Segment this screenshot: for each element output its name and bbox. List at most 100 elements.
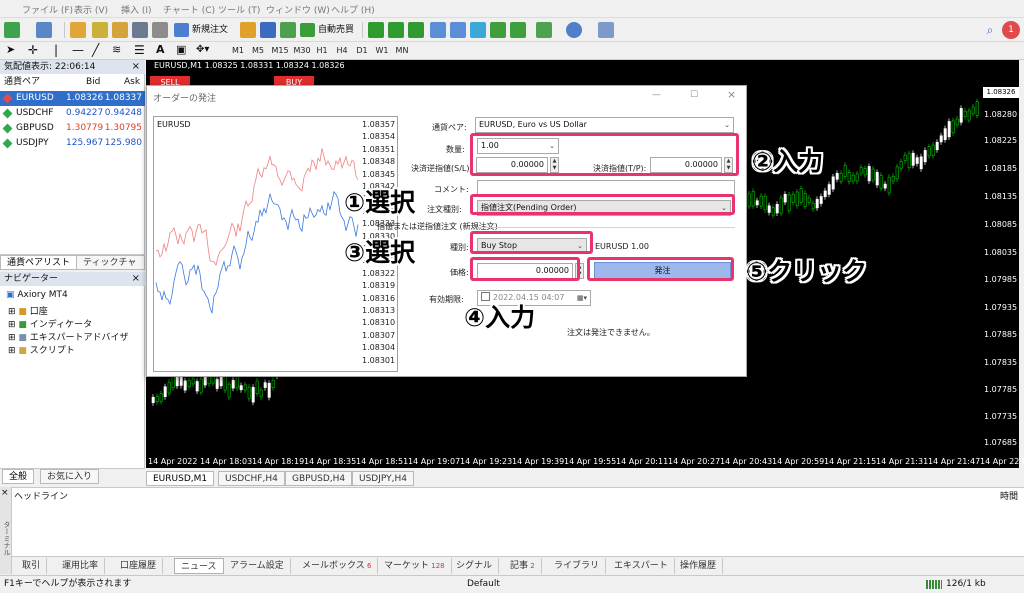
trendline-icon[interactable]: ╱ [92,43,106,57]
line-chart-icon[interactable] [408,22,424,38]
tf-w1[interactable]: W1 [372,44,392,58]
tab-badge: 2 [528,562,535,570]
highlight-volume-sl-tp [470,133,739,176]
terminal-tab[interactable]: 取引 [16,558,48,574]
new-order-button[interactable]: 新規注文 [174,21,228,39]
terminal-tab[interactable]: 操作履歴 [674,558,724,574]
chart-tab-usdchf[interactable]: USDCHF,H4 [218,471,285,486]
quote-row-gbpusd[interactable]: GBPUSD 1.30779 1.30795 [0,121,145,136]
text-label-icon[interactable]: ▣ [176,43,190,57]
close-icon[interactable]: × [1,488,9,498]
autoscroll-icon[interactable] [490,22,506,38]
channel-icon[interactable]: ≋ [112,43,126,57]
menu-chart[interactable]: チャート (C) [163,3,215,16]
menu-view[interactable]: 表示 (V) [74,3,108,16]
terminal-tab[interactable]: 運用比率 [56,558,106,574]
navigator-icon[interactable] [112,22,128,38]
tab-symbols[interactable]: 通貨ペアリスト [0,255,78,270]
tf-m1[interactable]: M1 [228,44,248,58]
metaeditor-icon[interactable] [240,22,256,38]
tf-h1[interactable]: H1 [312,44,332,58]
data-window-icon[interactable] [92,22,108,38]
terminal-tab[interactable]: マーケット 128 [378,558,452,574]
new-chart-icon[interactable] [4,22,20,38]
menu-file[interactable]: ファイル (F) [22,3,73,16]
tf-h4[interactable]: H4 [332,44,352,58]
tab-tick-chart[interactable]: ティックチャート [76,255,145,283]
fibonacci-icon[interactable]: ☰ [134,43,148,57]
candle-body [259,389,263,398]
navigator-root[interactable]: ▣ Axiory MT4 [6,290,68,300]
navigator-item-scripts[interactable]: ⊞ ■ スクリプト [8,343,75,356]
community-icon[interactable] [260,22,276,38]
tf-m5[interactable]: M5 [248,44,268,58]
notification-badge[interactable]: 1 [1002,21,1020,39]
tile-windows-icon[interactable] [470,22,486,38]
vertical-line-icon[interactable]: | [54,43,58,57]
cursor-icon[interactable]: ➤ [6,43,18,57]
terminal-tab[interactable]: ニュース [174,558,224,574]
indicators-icon[interactable] [536,22,552,38]
terminal-tab[interactable]: メールボックス 6 [296,558,379,574]
auto-trading-button[interactable]: 自動売買 [300,21,354,39]
bar-chart-icon[interactable] [368,22,384,38]
horizontal-line-icon[interactable]: — [72,43,86,57]
terminal-side-tab[interactable]: ターミナル × [0,487,12,574]
maximize-icon[interactable]: ☐ [690,90,698,100]
headline-column[interactable]: ヘッドライン [14,490,68,504]
tab-general[interactable]: 全般 [2,469,35,484]
terminal-tab[interactable]: エキスパート [608,558,675,574]
symbol-select[interactable]: EURUSD, Euro vs US Dollar ⌄ [475,117,734,133]
zoom-out-icon[interactable] [450,22,466,38]
menu-window[interactable]: ウィンドウ (W) [266,3,330,16]
quote-row-eurusd[interactable]: EURUSD 1.08326 1.08337 [0,91,145,106]
candle-body [767,205,771,213]
search-icon[interactable]: ⌕ [982,22,998,38]
menu-insert[interactable]: 挿入 (I) [121,3,152,16]
navigator-item-accounts[interactable]: ⊞ ■ 口座 [8,304,48,317]
menu-help[interactable]: ヘルプ (H) [331,3,375,16]
terminal-tab[interactable]: シグナル [450,558,500,574]
navigator-item-experts[interactable]: ⊞ ■ エキスパートアドバイザ [8,330,129,343]
tester-icon[interactable] [152,22,168,38]
tf-m15[interactable]: M15 [270,44,290,58]
zoom-in-icon[interactable] [430,22,446,38]
terminal-icon[interactable] [132,22,148,38]
quote-row-usdchf[interactable]: USDCHF 0.94227 0.94248 [0,106,145,121]
arrows-icon[interactable]: ✥▾ [196,43,216,57]
candle-chart-icon[interactable] [388,22,404,38]
close-icon[interactable]: × [727,88,736,101]
step-5-annotation: ⑤クリック [746,257,868,286]
terminal-tab[interactable]: 記事 2 [504,558,542,574]
chart-tab-usdjpy[interactable]: USDJPY,H4 [352,471,414,486]
candle-body [899,161,903,169]
terminal-tab[interactable]: アラーム設定 [224,558,291,574]
candle-body [167,381,171,394]
profiles-icon[interactable] [36,22,52,38]
candle-body [183,380,187,391]
tf-mn[interactable]: MN [392,44,412,58]
time-column[interactable]: 時間 [1000,490,1018,504]
close-icon[interactable]: × [132,61,140,72]
menu-tools[interactable]: ツール (T) [218,3,260,16]
expand-icon: ⊞ [8,307,19,317]
templates-icon[interactable] [598,22,614,38]
terminal-tab[interactable]: ライブラリ [548,558,607,574]
quote-row-usdjpy[interactable]: USDJPY 125.967 125.980 [0,136,145,151]
terminal-tab[interactable]: 口座履歴 [114,558,164,574]
periods-icon[interactable] [566,22,582,38]
tf-m30[interactable]: M30 [292,44,312,58]
close-icon[interactable]: × [132,273,140,284]
navigator-item-indicators[interactable]: ⊞ ■ インディケータ [8,317,92,330]
chart-tab-gbpusd[interactable]: GBPUSD,H4 [285,471,353,486]
text-icon[interactable]: A [156,43,168,57]
tf-d1[interactable]: D1 [352,44,372,58]
chart-shift-icon[interactable] [510,22,526,38]
minimize-icon[interactable]: — [652,90,661,100]
candle-body [783,194,787,203]
market-watch-icon[interactable] [70,22,86,38]
signals-icon[interactable] [280,22,296,38]
chart-tab-eurusd[interactable]: EURUSD,M1 [146,471,215,486]
crosshair-icon[interactable]: ✛ [28,43,40,57]
tab-favorites[interactable]: お気に入り [40,469,100,484]
